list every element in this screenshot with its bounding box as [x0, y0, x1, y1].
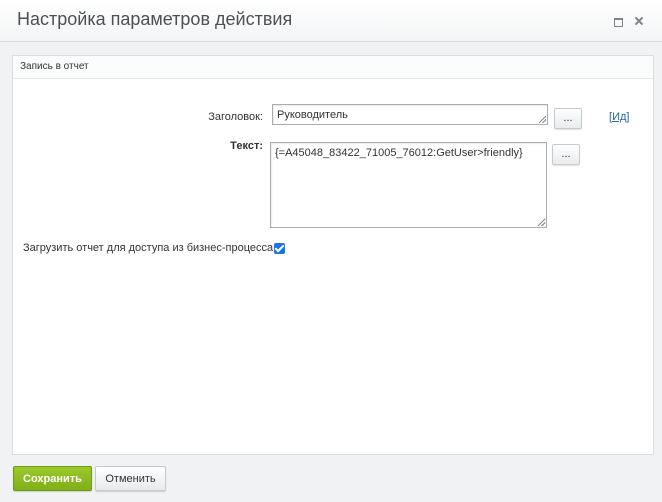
text-textarea[interactable]: {=A45048_83422_71005_76012:GetUser>frien…	[270, 142, 547, 228]
dialog-title: Настройка параметров действия	[17, 9, 293, 29]
upload-report-label: Загрузить отчет для доступа из бизнес-пр…	[23, 242, 277, 254]
maximize-icon[interactable]	[611, 14, 625, 28]
action-settings-dialog: Настройка параметров действия Запись в о…	[0, 0, 662, 502]
upload-report-checkbox[interactable]	[274, 243, 285, 254]
cancel-button[interactable]: Отменить	[95, 466, 166, 491]
close-icon[interactable]	[632, 14, 646, 28]
id-link[interactable]: [Ид]	[609, 111, 629, 123]
title-insert-button[interactable]: ...	[554, 108, 582, 129]
id-link-close: ]	[626, 111, 630, 123]
id-link-text: Ид	[612, 111, 627, 123]
text-insert-button[interactable]: ...	[552, 144, 580, 165]
dialog-titlebar[interactable]: Настройка параметров действия	[0, 0, 662, 42]
title-input[interactable]	[272, 104, 548, 125]
title-label: Заголовок:	[208, 111, 263, 123]
text-label: Текст:	[230, 140, 263, 152]
panel-header: Запись в отчет	[13, 56, 653, 79]
save-button[interactable]: Сохранить	[13, 466, 92, 491]
panel-title: Запись в отчет	[20, 61, 89, 72]
report-record-panel: Запись в отчет Заголовок: ... [Ид] Текст…	[12, 55, 654, 455]
